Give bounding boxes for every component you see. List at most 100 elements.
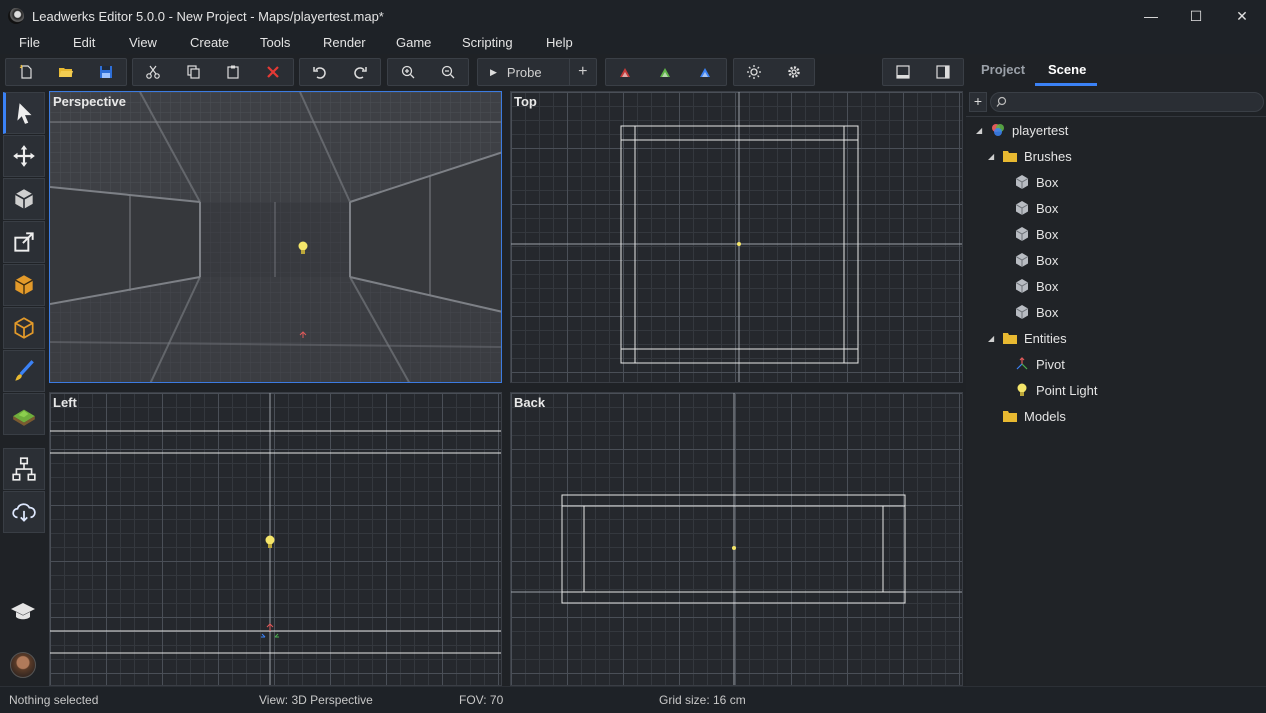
terrain-tool-button[interactable] [3,393,45,435]
hierarchy-button[interactable] [3,448,45,490]
tree-label-root: playertest [1012,122,1069,138]
rotate-tool-button[interactable] [3,178,45,220]
copy-button[interactable] [173,59,213,85]
open-button[interactable] [46,59,86,85]
tree-node-entities[interactable]: ◢ Entities [988,325,1067,351]
tutorials-button[interactable] [9,600,37,624]
terrain-blue-icon [700,68,710,77]
menu-file[interactable]: File [19,32,40,54]
cursor-arrow-icon [17,103,32,124]
minimize-button[interactable]: — [1128,0,1174,32]
side-panel-toggle[interactable] [923,59,963,85]
folder-icon [1003,333,1017,344]
status-selection: Nothing selected [9,693,99,707]
paint-tool-button[interactable] [3,350,45,392]
menu-tools[interactable]: Tools [260,32,290,54]
scene-search-input[interactable] [990,92,1264,112]
probe-selector[interactable]: ▶ Probe [478,59,569,85]
brush-box-tool-button[interactable] [3,264,45,306]
tree-node-box[interactable]: Box [1014,299,1058,325]
cloud-download-icon [12,503,36,522]
select-tool-button[interactable] [3,92,45,134]
panel-right-icon [936,65,950,79]
tree-node-box[interactable]: Box [1014,247,1058,273]
status-grid-size: Grid size: 16 cm [659,693,746,707]
paste-button[interactable] [213,59,253,85]
expand-arrow-icon[interactable]: ◢ [988,334,996,343]
menu-game[interactable]: Game [396,32,431,54]
add-probe-button[interactable]: + [568,59,597,85]
tree-node-box[interactable]: Box [1014,221,1058,247]
menu-create[interactable]: Create [190,32,229,54]
close-button[interactable]: ✕ [1219,0,1265,32]
menu-help[interactable]: Help [546,32,573,54]
paste-icon [227,65,239,79]
tool-blue-button[interactable] [686,59,726,85]
tree-node-box[interactable]: Box [1014,273,1058,299]
leadwerks-logo-icon [8,8,24,24]
tree-label-box: Box [1036,200,1059,216]
tool-green-button[interactable] [646,59,686,85]
expand-arrow-icon[interactable]: ◢ [976,126,984,135]
zoom-out-button[interactable] [428,59,468,85]
tree-node-point-light[interactable]: Point Light [1014,377,1097,403]
tree-node-box[interactable]: Box [1014,195,1058,221]
menu-scripting[interactable]: Scripting [462,32,513,54]
settings-button[interactable] [774,59,814,85]
box-icon [1015,201,1029,215]
move-tool-button[interactable] [3,135,45,177]
tool-red-button[interactable] [606,59,646,85]
bottom-panel-toggle[interactable] [883,59,923,85]
lightbulb-icon [1017,383,1027,396]
active-tab-indicator [1035,83,1097,86]
expand-arrow-icon[interactable]: ◢ [988,152,996,161]
save-icon [100,66,112,78]
redo-button[interactable] [340,59,380,85]
status-fov: FOV: 70 [459,693,504,707]
status-view: View: 3D Perspective [259,693,373,707]
tab-scene[interactable]: Scene [1048,62,1086,77]
avatar[interactable] [10,652,36,678]
tree-node-box[interactable]: Box [1014,169,1058,195]
save-button[interactable] [86,59,126,85]
menu-render[interactable]: Render [323,32,366,54]
undo-button[interactable] [300,59,340,85]
delete-button[interactable] [253,59,293,85]
box-icon [1015,227,1029,241]
viewport-top[interactable]: Top [510,91,963,383]
tree-label-box: Box [1036,304,1059,320]
viewport-back[interactable]: Back [510,392,963,686]
tab-project[interactable]: Project [981,62,1025,77]
folder-icon [1003,151,1017,162]
map-tools-group [605,58,727,86]
probe-label: Probe [506,64,542,80]
maximize-button[interactable]: ☐ [1173,0,1219,32]
scene-panel: Project Scene + ◢ playertest ◢ Brushes B… [966,54,1266,686]
scale-icon [14,232,34,252]
menu-view[interactable]: View [129,32,157,54]
viewport-label-top: Top [514,94,537,109]
edit-group [132,58,294,86]
new-file-button[interactable] [6,59,46,85]
tree-node-root[interactable]: ◢ playertest [976,117,1068,143]
search-icon [996,96,1007,107]
vertex-tool-button[interactable] [3,307,45,349]
viewport-left[interactable]: Left [49,392,502,686]
wire-cube-icon [14,317,34,339]
viewport-label-perspective: Perspective [53,94,126,109]
environment-button[interactable] [734,59,774,85]
tree-node-models[interactable]: Models [1002,403,1066,429]
tree-node-pivot[interactable]: Pivot [1014,351,1065,377]
add-node-button[interactable]: + [969,92,987,112]
cloud-download-button[interactable] [3,491,45,533]
scale-tool-button[interactable] [3,221,45,263]
move-arrows-icon [13,145,35,167]
terrain-icon [13,409,35,426]
viewport-perspective[interactable]: Perspective [49,91,502,383]
gear-icon [788,66,800,78]
viewport-label-left: Left [53,395,77,410]
cut-button[interactable] [133,59,173,85]
tree-node-brushes[interactable]: ◢ Brushes [988,143,1072,169]
zoom-in-button[interactable] [388,59,428,85]
menu-edit[interactable]: Edit [73,32,95,54]
